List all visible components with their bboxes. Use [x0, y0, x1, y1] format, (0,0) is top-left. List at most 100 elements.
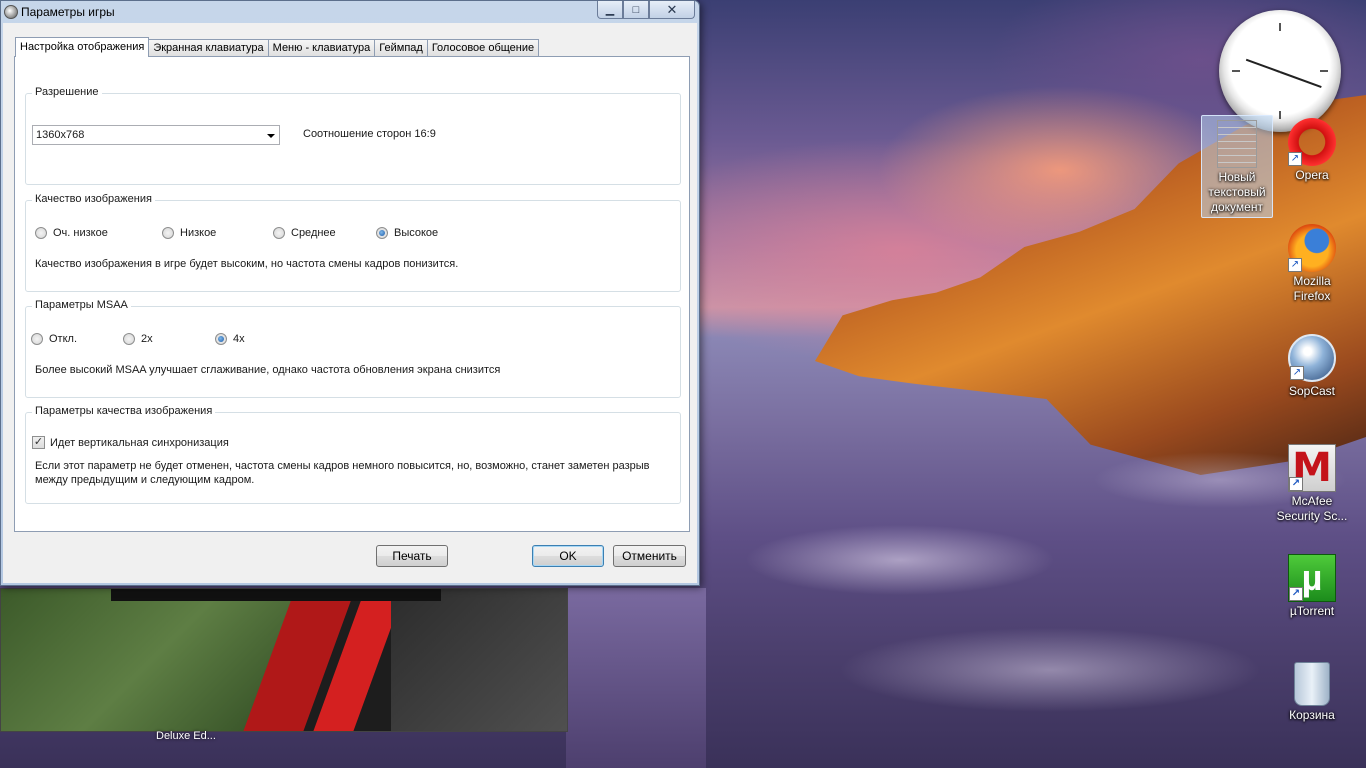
- mcafee-icon: M ↗: [1288, 444, 1336, 492]
- image-quality-options: Оч. низкое Низкое Среднее Высокое: [35, 226, 675, 240]
- radio-label: Высокое: [394, 227, 439, 239]
- radio-button: [31, 333, 43, 345]
- desktop-icon-opera[interactable]: ↗ Opera: [1270, 118, 1354, 183]
- shortcut-arrow-icon: ↗: [1288, 258, 1302, 272]
- maximize-icon: □: [632, 3, 640, 16]
- background-window-caption: Deluxe Ed...: [156, 730, 216, 742]
- clock-minute-hand: [1279, 71, 1322, 88]
- image-quality-group: Качество изображения Оч. низкое Низкое С…: [25, 193, 681, 292]
- tab-voice-chat[interactable]: Голосовое общение: [426, 39, 540, 57]
- radio-label: Низкое: [180, 227, 217, 239]
- image-quality-legend: Качество изображения: [32, 193, 155, 205]
- clock-tick: [1320, 70, 1328, 72]
- desktop-icon-label: McAfee: [1291, 494, 1333, 508]
- desktop-icon-label: SopCast: [1288, 384, 1336, 398]
- text-document-icon: [1217, 120, 1257, 168]
- desktop-icon-label: Корзина: [1289, 708, 1335, 722]
- radio-button-selected: [215, 333, 227, 345]
- close-icon: ✕: [666, 1, 678, 17]
- msaa-note: Более высокий MSAA улучшает сглаживание,…: [35, 364, 501, 376]
- radio-button: [273, 227, 285, 239]
- desktop-icon-sopcast[interactable]: ↗ SopCast: [1270, 334, 1354, 399]
- desktop-icon-label: Mozilla: [1293, 274, 1331, 288]
- vsync-label[interactable]: Идет вертикальная синхронизация: [50, 436, 229, 450]
- msaa-legend: Параметры MSAA: [32, 299, 131, 311]
- quality-params-group: Параметры качества изображения ✓ Идет ве…: [25, 405, 681, 504]
- shortcut-arrow-icon: ↗: [1288, 152, 1302, 166]
- utorrent-logo: µ: [1301, 557, 1323, 598]
- vsync-note-line: между предыдущим и следующим кадром.: [35, 474, 255, 486]
- desktop-icon-label: Новый: [1218, 170, 1256, 184]
- display-settings-panel: Разрешение 1360x768 Соотношение сторон 1…: [14, 56, 690, 532]
- desktop-icon-firefox[interactable]: ↗ Mozilla Firefox: [1270, 224, 1354, 304]
- radio-button: [162, 227, 174, 239]
- app-icon: [4, 5, 18, 19]
- game-settings-dialog: Параметры игры ▁ □ ✕ Настройка отображен…: [0, 0, 700, 586]
- clock-gadget[interactable]: [1219, 10, 1341, 132]
- shortcut-arrow-icon: ↗: [1289, 477, 1303, 491]
- msaa-group: Параметры MSAA Откл. 2x 4x Более высокий…: [25, 299, 681, 398]
- radio-button: [35, 227, 47, 239]
- desktop-icon-text-document[interactable]: Новый текстовый документ: [1201, 115, 1273, 218]
- shortcut-arrow-icon: ↗: [1289, 587, 1303, 601]
- radio-label: Оч. низкое: [53, 227, 108, 239]
- desktop-icon-label: текстовый: [1208, 185, 1266, 199]
- msaa-options: Откл. 2x 4x: [31, 332, 671, 346]
- aspect-ratio-text: Соотношение сторон 16:9: [303, 128, 436, 140]
- firefox-icon: ↗: [1288, 224, 1336, 272]
- checkbox-check-icon: ✓: [33, 436, 44, 448]
- desktop-icon-utorrent[interactable]: µ ↗ µTorrent: [1270, 554, 1354, 619]
- quality-params-legend: Параметры качества изображения: [32, 405, 216, 417]
- sopcast-icon: ↗: [1288, 334, 1336, 382]
- utorrent-icon: µ ↗: [1288, 554, 1336, 602]
- resolution-group: Разрешение 1360x768 Соотношение сторон 1…: [25, 86, 681, 185]
- tab-onscreen-keyboard[interactable]: Экранная клавиатура: [148, 39, 269, 57]
- recycle-bin-icon: [1294, 662, 1330, 706]
- image-quality-note: Качество изображения в игре будет высоки…: [35, 258, 459, 270]
- vsync-note: Если этот параметр не будет отменен, час…: [35, 459, 675, 487]
- tab-display-settings[interactable]: Настройка отображения: [15, 37, 150, 57]
- dropdown-arrow-icon: [267, 134, 275, 138]
- cancel-button[interactable]: Отменить: [613, 545, 686, 567]
- wallpaper-water: [566, 588, 706, 768]
- close-button[interactable]: ✕: [649, 1, 695, 19]
- desktop-icon-mcafee[interactable]: M ↗ McAfee Security Sc...: [1270, 444, 1354, 524]
- shortcut-arrow-icon: ↗: [1290, 366, 1304, 380]
- window-controls: ▁ □ ✕: [597, 1, 695, 19]
- resolution-select[interactable]: 1360x768: [32, 125, 280, 145]
- desktop-icon-label: документ: [1211, 200, 1263, 214]
- desktop-icon-label: Security Sc...: [1276, 509, 1348, 523]
- desktop-icon-recycle-bin[interactable]: Корзина: [1270, 662, 1354, 723]
- ok-button[interactable]: OK: [532, 545, 604, 567]
- dialog-titlebar[interactable]: Параметры игры ▁ □ ✕: [1, 1, 699, 23]
- print-button[interactable]: Печать: [376, 545, 448, 567]
- desktop-icon-label: µTorrent: [1289, 604, 1335, 618]
- dialog-client-area: Настройка отображения Экранная клавиатур…: [3, 23, 697, 583]
- vsync-note-line: Если этот параметр не будет отменен, час…: [35, 460, 650, 472]
- desktop-icon-label: Firefox: [1293, 289, 1331, 303]
- minimize-button[interactable]: ▁: [597, 1, 623, 19]
- dialog-title: Параметры игры: [21, 5, 115, 19]
- tab-menu-keyboard[interactable]: Меню - клавиатура: [267, 39, 376, 57]
- radio-button: [123, 333, 135, 345]
- game-topbar: [111, 589, 441, 601]
- clock-hour-hand: [1245, 58, 1281, 73]
- vsync-checkbox[interactable]: ✓: [32, 436, 45, 449]
- radio-label: 4x: [233, 333, 245, 345]
- resolution-legend: Разрешение: [32, 86, 102, 98]
- background-game-window[interactable]: [0, 588, 568, 732]
- desktop-icon-label: Opera: [1295, 168, 1329, 182]
- tab-bar: Настройка отображения Экранная клавиатур…: [15, 37, 540, 57]
- wallpaper-surf: [700, 420, 1366, 768]
- clock-tick: [1279, 23, 1281, 31]
- opera-icon: ↗: [1288, 118, 1336, 166]
- minimize-icon: ▁: [605, 4, 615, 16]
- radio-label: 2x: [141, 333, 153, 345]
- maximize-button[interactable]: □: [623, 1, 649, 19]
- tab-gamepad[interactable]: Геймпад: [374, 39, 428, 57]
- radio-label: Откл.: [49, 333, 78, 345]
- game-dark-area: [391, 589, 567, 731]
- resolution-value: 1360x768: [36, 129, 85, 141]
- radio-label: Среднее: [291, 227, 336, 239]
- clock-tick: [1232, 70, 1240, 72]
